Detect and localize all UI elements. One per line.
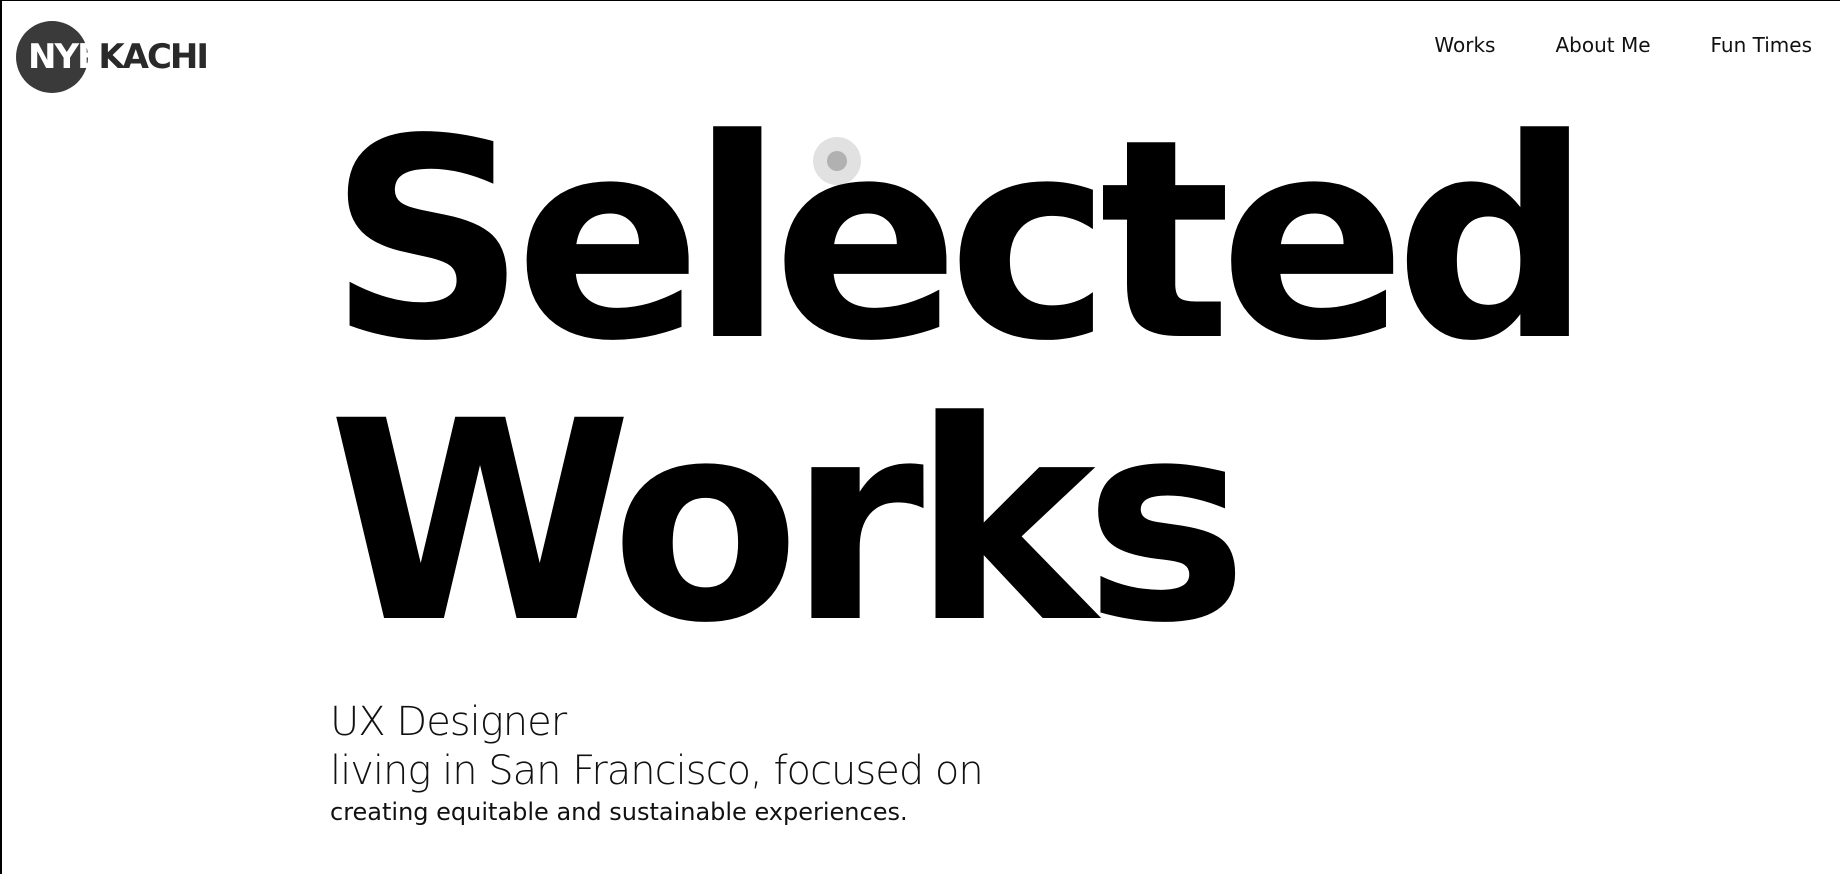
intro-role: UX Designer <box>330 699 567 745</box>
logo-text-light: NYE <box>28 37 100 77</box>
intro-focus: creating equitable and sustainable exper… <box>330 798 908 826</box>
nav-link-works[interactable]: Works <box>1434 31 1495 59</box>
page-title-line-1: Selected <box>328 81 1592 402</box>
cursor-indicator <box>813 137 861 185</box>
logo[interactable]: NYEKACHI <box>16 21 212 95</box>
page-title: Selected Works <box>328 81 1592 684</box>
logo-text: NYEKACHI <box>28 37 209 77</box>
intro-location: living in San Francisco, focused on <box>330 748 984 794</box>
cursor-dot <box>827 151 847 171</box>
intro-text: UX Designer living in San Francisco, foc… <box>330 697 984 829</box>
logo-text-dark: KACHI <box>98 37 209 77</box>
nav-link-fun-times[interactable]: Fun Times <box>1711 31 1812 59</box>
nav-link-about-me[interactable]: About Me <box>1555 31 1650 59</box>
page-title-line-2: Works <box>328 363 1248 684</box>
main-nav: Works About Me Fun Times <box>1434 31 1812 59</box>
